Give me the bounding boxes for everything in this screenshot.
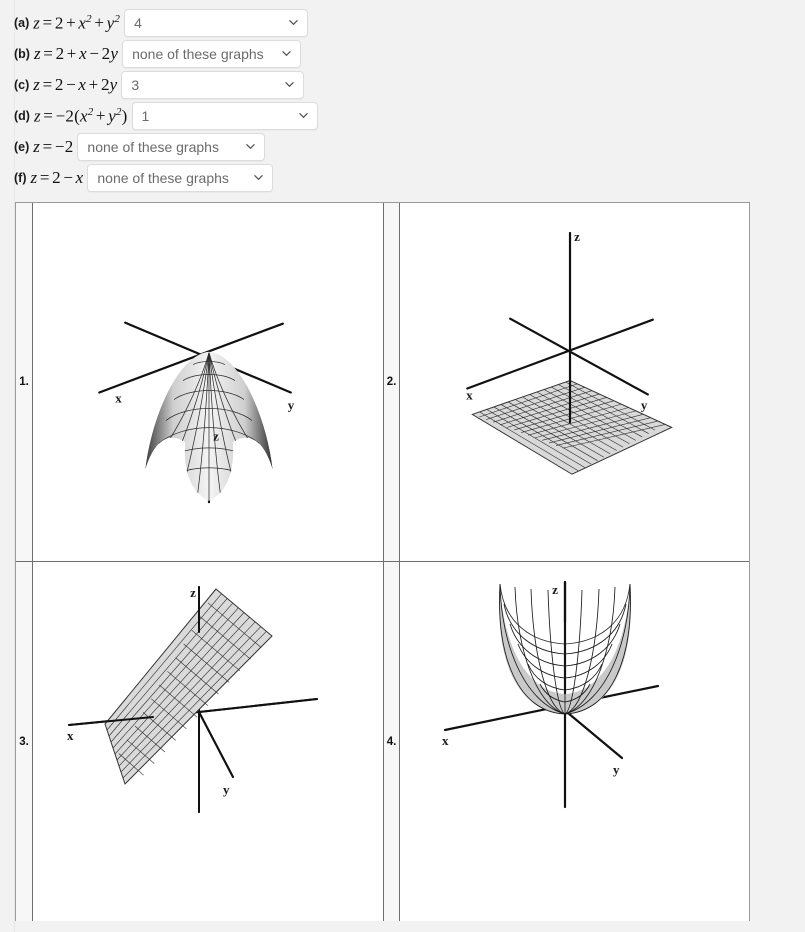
chevron-down-icon [246,142,256,151]
question-row-a: (a) z = 2 + x2 + y2 4 [14,8,794,38]
answer-select-e-value: none of these graphs [87,139,219,155]
question-equation-f: z = 2− x [30,168,84,187]
answer-select-d[interactable]: 1 [131,102,318,130]
question-tag-f: (f) [14,171,27,185]
answer-select-b[interactable]: none of these graphs [122,40,302,68]
question-tag-c: (c) [14,78,30,92]
answer-select-c-value: 3 [131,77,140,93]
axis-label-y-3: y [223,782,230,797]
question-equation-b: z = 2 + x −2y [33,44,119,63]
answer-select-b-value: none of these graphs [132,46,264,62]
answer-select-f-value: none of these graphs [97,170,229,186]
question-equation-a: z = 2 + x2 + y2 [33,12,121,33]
answer-select-e[interactable]: none of these graphs [77,133,266,161]
answer-select-a-value: 4 [134,15,142,31]
chevron-down-icon [298,111,308,120]
graph-number-4: 4. [383,562,400,921]
axis-label-z-2: z [574,229,580,244]
chevron-down-icon [254,173,264,182]
left-rail [0,0,15,932]
graph-number-1: 1. [16,203,33,562]
question-row-f: (f) z = 2− x none of these graphs [14,163,794,193]
question-equation-c: z = 2− x +2y [33,75,118,94]
axis-label-x-1: x [115,390,122,405]
graph-image-4: z x y [442,580,660,809]
axis-label-z-3: z [190,585,196,600]
axis-label-x-2: x [466,387,473,402]
chevron-down-icon [289,18,298,27]
graph-image-3: z x y [67,585,318,813]
surface-plane-2 [471,379,673,475]
question-tag-d: (d) [14,109,30,123]
question-list: (a) z = 2 + x2 + y2 4 (b) z = 2 + x −2y none of the… [14,8,794,194]
surface-plane-3 [104,588,273,785]
question-row-c: (c) z = 2− x +2y 3 [14,70,794,100]
page-root: (a) z = 2 + x2 + y2 4 (b) z = 2 + x −2y none of the… [0,0,805,932]
axis-label-z-4: z [552,582,558,597]
graph-panel-3[interactable]: z x y [33,562,383,921]
graph-number-2: 2. [383,203,400,562]
axis-label-x-4: x [442,733,449,748]
axis-label-y-4: y [613,762,620,777]
question-equation-d: z = −2(x2 + y2) [33,105,128,126]
question-tag-e: (e) [14,140,30,154]
graph-panel-1[interactable]: z x y [33,203,383,562]
question-row-e: (e) z = −2 none of these graphs [14,132,794,162]
answer-select-c[interactable]: 3 [121,71,305,99]
question-equation-e: z = −2 [33,137,74,156]
answer-select-a[interactable]: 4 [124,9,309,37]
question-tag-b: (b) [14,47,30,61]
question-row-b: (b) z = 2 + x −2y none of these graphs [14,39,794,69]
graph-panel-4[interactable]: z x y [400,562,749,921]
question-row-d: (d) z = −2(x2 + y2) 1 [14,101,794,131]
axis-label-y-2: y [641,397,648,412]
graph-image-1: z x y [98,321,295,504]
graph-number-3: 3. [16,562,33,921]
chevron-down-icon [282,49,291,58]
axis-label-x-3: x [67,728,74,743]
axis-label-z-1: z [213,428,219,443]
answer-select-f[interactable]: none of these graphs [87,164,274,192]
graph-image-2: z x y [466,229,673,475]
graph-panel-2[interactable]: z x y [400,203,749,562]
chevron-down-icon [285,80,295,89]
question-tag-a: (a) [14,16,30,30]
answer-select-d-value: 1 [141,108,150,124]
axis-label-y-1: y [288,397,295,412]
graph-gallery: 1. z x y 2. z x y 3. z x y 4. z x y [15,202,750,921]
